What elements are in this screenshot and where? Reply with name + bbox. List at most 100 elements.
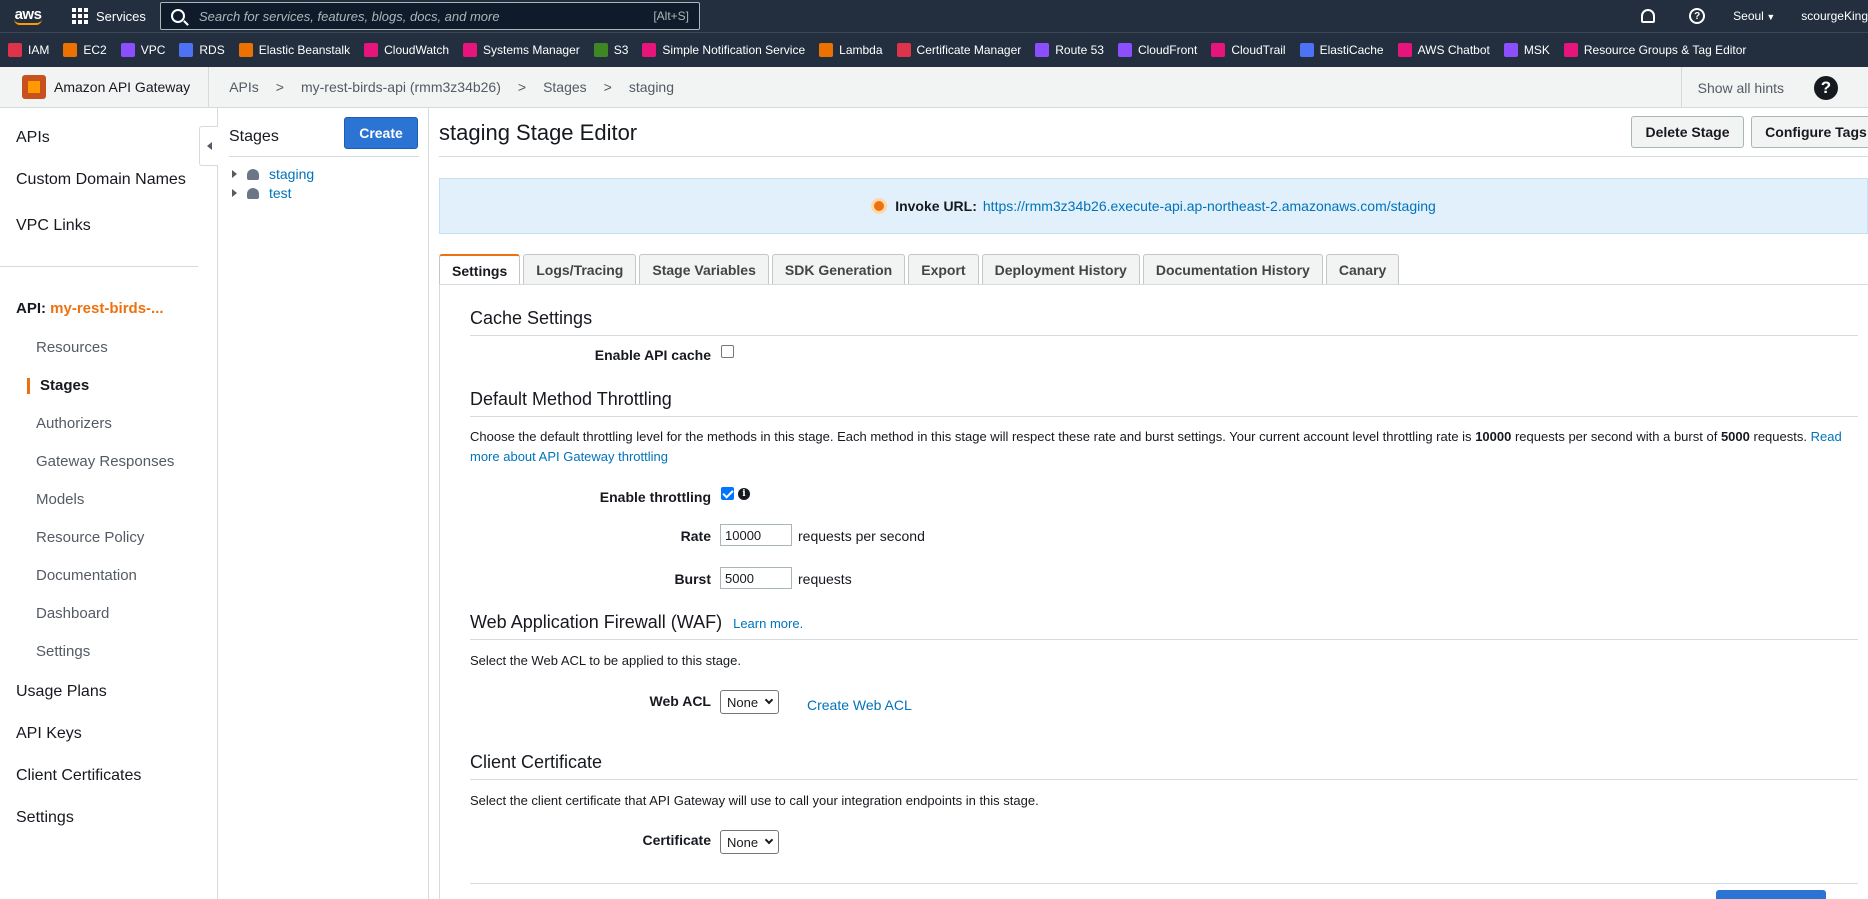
cache-settings-title: Cache Settings <box>470 308 593 328</box>
service-icon <box>238 43 253 57</box>
favorite-certificate-manager[interactable]: Certificate Manager <box>896 43 1021 57</box>
aws-logo[interactable]: aws <box>4 0 52 32</box>
nav-vpc-links[interactable]: VPC Links <box>16 217 91 235</box>
favorite-msk[interactable]: MSK <box>1503 43 1550 57</box>
service-icon <box>8 43 22 57</box>
tab-settings[interactable]: Settings <box>439 254 521 285</box>
delete-stage-button[interactable]: Delete Stage <box>1631 116 1744 148</box>
favorite-s3[interactable]: S3 <box>593 43 629 57</box>
client-certificate-title: Client Certificate <box>470 752 603 772</box>
nav-authorizers[interactable]: Authorizers <box>36 415 112 432</box>
tab-documentation-history[interactable]: Documentation History <box>1142 254 1323 284</box>
favorite-aws-chatbot[interactable]: AWS Chatbot <box>1397 43 1490 57</box>
save-changes-button[interactable] <box>1716 890 1826 899</box>
client-certificate-description: Select the client certificate that API G… <box>470 793 1039 808</box>
service-name[interactable]: Amazon API Gateway <box>54 79 190 95</box>
service-icon <box>463 43 478 57</box>
stages-title: Stages <box>229 128 279 145</box>
nav-resources[interactable]: Resources <box>36 339 108 356</box>
throttling-desc-1: Choose the default throttling level for … <box>470 429 1472 444</box>
favorite-label: RDS <box>199 43 225 57</box>
favorite-systems-manager[interactable]: Systems Manager <box>463 43 580 57</box>
nav-resource-policy[interactable]: Resource Policy <box>36 529 144 546</box>
breadcrumb-api[interactable]: my-rest-birds-api (rmm3z34b26) <box>301 79 501 95</box>
tab-export[interactable]: Export <box>908 254 979 284</box>
tab-logs-tracing[interactable]: Logs/Tracing <box>523 254 637 284</box>
enable-api-cache-label: Enable API cache <box>594 347 711 363</box>
info-icon[interactable]: i <box>738 488 750 500</box>
breadcrumb-apis[interactable]: APIs <box>229 79 259 95</box>
nav-apis[interactable]: APIs <box>16 129 50 147</box>
stage-tree-item-staging[interactable]: staging <box>232 166 314 182</box>
chevron-down-icon <box>764 695 774 705</box>
user-menu[interactable]: scourgeKing <box>1801 9 1868 23</box>
configure-tags-button[interactable]: Configure Tags <box>1751 116 1868 148</box>
favorite-label: IAM <box>28 43 50 57</box>
invoke-url-label: Invoke URL: <box>895 198 977 214</box>
caret-right-icon[interactable] <box>232 189 237 197</box>
favorite-ec2[interactable]: EC2 <box>63 43 107 57</box>
favorite-vpc[interactable]: VPC <box>120 43 166 57</box>
tab-canary[interactable]: Canary <box>1325 254 1400 284</box>
nav-custom-domain-names[interactable]: Custom Domain Names <box>16 171 186 189</box>
favorite-elastic-beanstalk[interactable]: Elastic Beanstalk <box>238 43 350 57</box>
favorite-cloudfront[interactable]: CloudFront <box>1117 43 1197 57</box>
invoke-url-link[interactable]: https://rmm3z34b26.execute-api.ap-northe… <box>983 198 1436 214</box>
favorite-resource-groups-tag-editor[interactable]: Resource Groups & Tag Editor <box>1563 43 1746 57</box>
nav-right: ? Seoul scourgeKing <box>1641 0 1868 32</box>
nav-stages[interactable]: Stages <box>40 377 89 394</box>
favorite-rds[interactable]: RDS <box>179 43 225 57</box>
help-icon[interactable]: ? <box>1689 8 1706 24</box>
rate-unit: requests per second <box>798 528 925 544</box>
nav-api-name[interactable]: API: my-rest-birds-... <box>16 300 164 317</box>
nav-usage-plans[interactable]: Usage Plans <box>16 683 107 701</box>
caret-right-icon[interactable] <box>232 170 237 178</box>
enable-throttling-checkbox[interactable] <box>721 487 734 500</box>
favorite-route-53[interactable]: Route 53 <box>1035 43 1104 57</box>
tab-sdk-generation[interactable]: SDK Generation <box>771 254 906 284</box>
favorite-cloudtrail[interactable]: CloudTrail <box>1211 43 1286 57</box>
favorite-label: S3 <box>613 43 629 57</box>
api-gateway-logo-icon <box>22 75 46 99</box>
rate-input[interactable] <box>720 524 792 546</box>
bell-icon[interactable] <box>1641 9 1656 23</box>
breadcrumb-separator: > <box>603 79 612 95</box>
service-icon <box>1563 43 1578 57</box>
nav-dashboard[interactable]: Dashboard <box>36 605 109 622</box>
nav-settings[interactable]: Settings <box>16 809 74 827</box>
enable-api-cache-checkbox[interactable] <box>721 345 734 358</box>
burst-input[interactable] <box>720 567 792 589</box>
web-acl-select[interactable]: None <box>720 690 780 714</box>
services-menu-button[interactable]: Services <box>72 8 146 24</box>
nav-client-certificates[interactable]: Client Certificates <box>16 767 141 785</box>
region-selector[interactable]: Seoul <box>1733 9 1775 23</box>
favorite-lambda[interactable]: Lambda <box>819 43 883 57</box>
tab-stage-variables[interactable]: Stage Variables <box>639 254 769 284</box>
favorite-iam[interactable]: IAM <box>8 43 49 57</box>
favorite-simple-notification-service[interactable]: Simple Notification Service <box>642 43 805 57</box>
favorite-cloudwatch[interactable]: CloudWatch <box>364 43 449 57</box>
nav-api-settings[interactable]: Settings <box>36 643 90 660</box>
service-icon <box>896 43 911 57</box>
stages-panel: Stages Create staging test <box>219 108 429 899</box>
search-input[interactable]: Search for services, features, blogs, do… <box>160 2 700 30</box>
create-web-acl-link[interactable]: Create Web ACL <box>807 697 912 713</box>
create-stage-button[interactable]: Create <box>344 117 418 149</box>
nav-documentation[interactable]: Documentation <box>36 567 137 584</box>
breadcrumb-separator: > <box>517 79 527 95</box>
nav-api-keys[interactable]: API Keys <box>16 725 82 743</box>
collapse-nav-button[interactable] <box>199 126 218 166</box>
nav-models[interactable]: Models <box>36 491 84 508</box>
stage-tree-item-test[interactable]: test <box>232 185 292 201</box>
tab-deployment-history[interactable]: Deployment History <box>981 254 1140 284</box>
help-icon[interactable]: ? <box>1814 76 1838 100</box>
breadcrumb-stages[interactable]: Stages <box>543 79 587 95</box>
favorite-label: VPC <box>140 43 166 57</box>
favorite-elasticache[interactable]: ElastiCache <box>1299 43 1384 57</box>
show-all-hints-button[interactable]: Show all hints <box>1680 67 1784 108</box>
certificate-select[interactable]: None <box>720 830 780 854</box>
stage-node-icon <box>247 168 259 180</box>
service-icon <box>819 43 834 57</box>
nav-gateway-responses[interactable]: Gateway Responses <box>36 453 174 470</box>
waf-learn-more-link[interactable]: Learn more. <box>733 616 803 631</box>
